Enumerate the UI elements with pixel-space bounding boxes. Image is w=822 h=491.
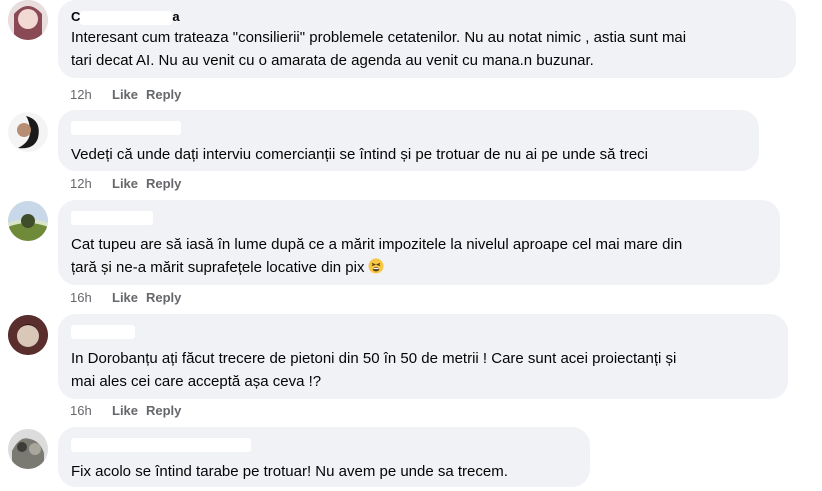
comment-actions: 12h Like Reply — [70, 86, 181, 102]
like-button[interactable]: Like — [112, 87, 146, 102]
avatar[interactable] — [8, 201, 48, 241]
comment-text: Vedeți că unde dați interviu comercianți… — [71, 146, 649, 163]
author-name-end: a — [172, 9, 180, 24]
like-button[interactable]: Like — [112, 290, 146, 305]
comment-actions: 16h Like Reply — [70, 402, 181, 418]
author-name[interactable] — [71, 323, 775, 339]
tired-face-emoji — [368, 258, 384, 274]
reply-button[interactable]: Reply — [146, 87, 181, 102]
comment-bubble: Fix acolo se întind tarabe pe trotuar! N… — [58, 427, 590, 487]
timestamp[interactable]: 16h — [70, 290, 112, 305]
redacted-name — [71, 437, 251, 452]
comment-bubble: In Dorobanțu ați făcut trecere de pieton… — [58, 314, 788, 399]
comment-text: Cat tupeu are să iasă în lume după ce a … — [71, 233, 767, 279]
avatar[interactable] — [8, 0, 48, 40]
redacted-name — [71, 324, 135, 339]
timestamp[interactable]: 12h — [70, 176, 112, 191]
comment-bubble: Ca Interesant cum trateaza "consilierii"… — [58, 0, 796, 78]
avatar[interactable] — [8, 429, 48, 469]
author-name[interactable] — [71, 119, 746, 135]
reply-button[interactable]: Reply — [146, 403, 181, 418]
author-name[interactable]: Ca — [71, 9, 783, 25]
like-button[interactable]: Like — [112, 403, 146, 418]
reply-button[interactable]: Reply — [146, 290, 181, 305]
comment-text: Interesant cum trateaza "consilierii" pr… — [71, 29, 687, 69]
comment-text: Fix acolo se întind tarabe pe trotuar! N… — [71, 463, 508, 480]
reply-button[interactable]: Reply — [146, 176, 181, 191]
avatar[interactable] — [8, 112, 48, 152]
comment-bubble: Vedeți că unde dați interviu comercianți… — [58, 110, 759, 171]
timestamp[interactable]: 12h — [70, 87, 112, 102]
comment-bubble: Cat tupeu are să iasă în lume după ce a … — [58, 200, 780, 285]
author-name[interactable] — [71, 209, 767, 225]
timestamp[interactable]: 16h — [70, 403, 112, 418]
comment-actions: 16h Like Reply — [70, 289, 181, 305]
comment-actions: 12h Like Reply — [70, 175, 181, 191]
redacted-name — [71, 210, 153, 225]
author-name[interactable] — [71, 436, 577, 452]
avatar[interactable] — [8, 315, 48, 355]
redacted-name — [80, 10, 173, 25]
author-name-start: C — [71, 9, 81, 24]
like-button[interactable]: Like — [112, 176, 146, 191]
comment-text: In Dorobanțu ați făcut trecere de pieton… — [71, 350, 677, 390]
redacted-name — [71, 120, 181, 135]
